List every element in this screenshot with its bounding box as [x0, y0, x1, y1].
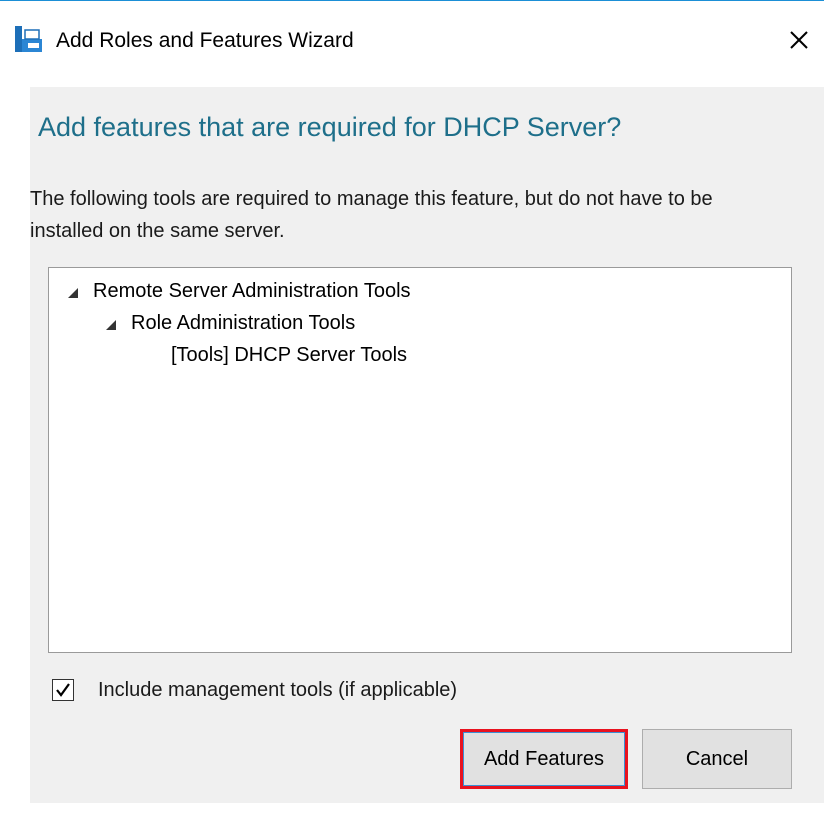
- tree-item-role-admin-tools[interactable]: Role Administration Tools: [131, 308, 355, 338]
- checkmark-icon: [56, 683, 70, 697]
- title-bar[interactable]: Add Roles and Features Wizard: [0, 1, 824, 81]
- server-manager-icon: [14, 25, 44, 53]
- expanded-triangle-icon[interactable]: [105, 318, 117, 330]
- dialog-content: Add features that are required for DHCP …: [30, 87, 824, 803]
- close-button[interactable]: [782, 23, 816, 57]
- tree-item-remote-server-admin-tools[interactable]: Remote Server Administration Tools: [93, 276, 411, 306]
- dialog-heading: Add features that are required for DHCP …: [38, 112, 622, 142]
- dialog-description: The following tools are required to mana…: [30, 188, 713, 242]
- cancel-button[interactable]: Cancel: [642, 729, 792, 789]
- include-tools-label: Include management tools (if applicable): [98, 679, 458, 701]
- add-features-button[interactable]: Add Features: [460, 729, 628, 789]
- expanded-triangle-icon[interactable]: [67, 286, 79, 298]
- include-tools-option[interactable]: Include management tools (if applicable): [48, 675, 568, 705]
- include-tools-checkbox[interactable]: [52, 679, 74, 701]
- wizard-window: Add Roles and Features Wizard Add featur…: [0, 0, 824, 832]
- window-title: Add Roles and Features Wizard: [56, 29, 354, 52]
- feature-tree[interactable]: Remote Server Administration Tools Role …: [48, 267, 792, 653]
- close-icon: [790, 31, 808, 49]
- tree-item-dhcp-server-tools[interactable]: [Tools] DHCP Server Tools: [171, 340, 407, 370]
